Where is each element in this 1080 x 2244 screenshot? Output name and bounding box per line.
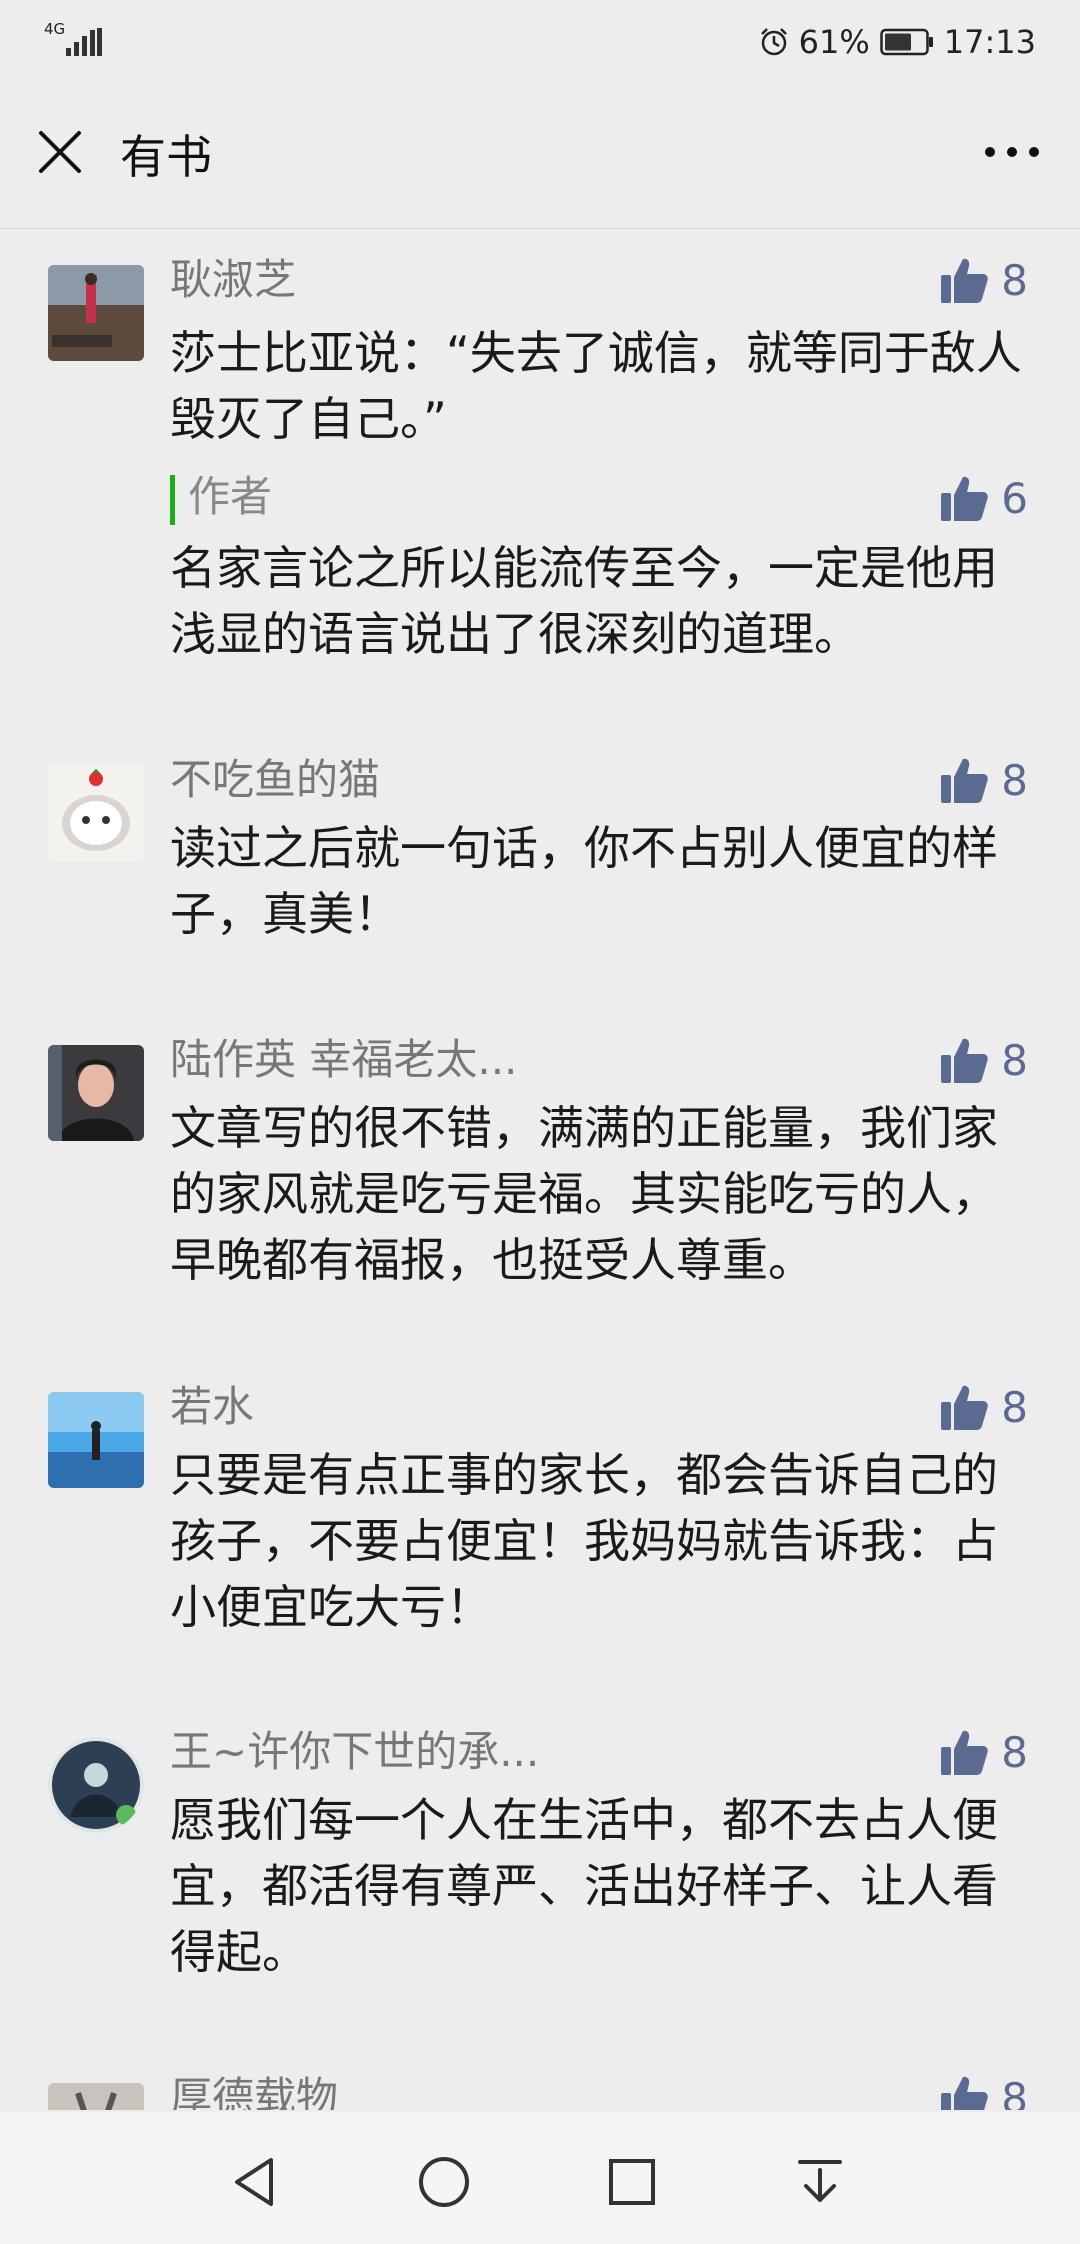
avatar[interactable] [48, 1392, 144, 1488]
back-icon [235, 2158, 273, 2206]
avatar[interactable] [48, 1045, 144, 1141]
thumbs-up-icon [941, 758, 989, 803]
thumbs-up-icon [941, 1730, 989, 1775]
thumbs-up-icon [941, 1038, 989, 1083]
home-button[interactable] [404, 2142, 484, 2222]
avatar[interactable] [48, 765, 144, 861]
battery-icon [880, 28, 933, 56]
comment-text: 读过之后就一句话，你不占别人便宜的样子，真美！ [170, 821, 998, 941]
like-button[interactable]: 8 [939, 1032, 1028, 1088]
like-count: 8 [1001, 255, 1028, 305]
comment-nickname: 王~许你下世的承... [170, 1727, 540, 1776]
page-title: 有书 [120, 130, 212, 184]
reply-like-button[interactable]: 6 [939, 470, 1028, 526]
like-button[interactable]: 8 [939, 252, 1028, 308]
like-button[interactable]: 8 [939, 2070, 1028, 2110]
like-count: 8 [1001, 1727, 1028, 1777]
comment-text: 愿我们每一个人在生活中，都不去占人便宜，都活得有尊严、活出好样子、让人看得起。 [170, 1793, 998, 1979]
author-reply-text: 名家言论之所以能流传至今，一定是他用浅显的语言说出了很深刻的道理。 [170, 541, 998, 661]
comment-text: 只要是有点正事的家长，都会告诉自己的孩子，不要占便宜！我妈妈就告诉我：占小便宜吃… [170, 1448, 998, 1634]
comment-nickname: 厚德载物 [170, 2073, 339, 2110]
like-count: 8 [1001, 2073, 1028, 2111]
author-reply-marker [170, 475, 175, 525]
close-button[interactable] [30, 122, 90, 182]
thumbs-up-icon [941, 1385, 989, 1430]
like-button[interactable]: 8 [939, 1724, 1028, 1780]
avatar[interactable] [48, 1737, 144, 1833]
system-navigation-bar [0, 2112, 1080, 2244]
status-right: 61% 17:13 [759, 22, 1036, 62]
author-reply-label: 作者 [188, 472, 273, 521]
recents-button[interactable] [592, 2142, 672, 2222]
comment-nickname: 不吃鱼的猫 [170, 755, 381, 804]
comment-text: 文章写的很不错，满满的正能量，我们家的家风就是吃亏是福。其实能吃亏的人，早晚都有… [170, 1101, 998, 1287]
comment-list[interactable]: 耿淑芝 8 莎士比亚说：“失去了诚信，就等同于敌人毁灭了自己。” 作者 6 名家… [0, 230, 1080, 2110]
notification-icon [798, 2160, 842, 2202]
comment-text: 莎士比亚说：“失去了诚信，就等同于敌人毁灭了自己。” [170, 326, 1022, 446]
thumbs-up-icon [941, 258, 989, 303]
clock: 17:13 [943, 23, 1036, 61]
more-icon [985, 147, 1039, 157]
avatar[interactable] [48, 2083, 144, 2110]
signal-icon: 4G [44, 20, 104, 62]
battery-percent: 61% [798, 23, 870, 61]
like-button[interactable]: 8 [939, 1379, 1028, 1435]
alarm-icon [760, 28, 787, 56]
like-count: 8 [1001, 1382, 1028, 1432]
avatar[interactable] [48, 265, 144, 361]
comment-nickname: 陆作英 幸福老太... [170, 1035, 518, 1084]
like-button[interactable]: 8 [939, 752, 1028, 808]
status-bar: 4G 61% 17:13 [0, 0, 1080, 86]
comment-nickname: 若水 [170, 1382, 255, 1431]
like-count: 8 [1001, 755, 1028, 805]
recents-icon [609, 2159, 655, 2205]
back-button[interactable] [215, 2142, 295, 2222]
reply-like-count: 6 [1001, 473, 1028, 523]
thumbs-up-icon [941, 476, 989, 521]
thumbs-up-icon [941, 2076, 989, 2110]
notification-button[interactable] [780, 2142, 860, 2222]
more-button[interactable] [974, 122, 1050, 182]
home-icon [419, 2157, 469, 2207]
navbar: 有书 [0, 86, 1080, 229]
network-type: 4G [44, 20, 66, 38]
like-count: 8 [1001, 1035, 1028, 1085]
comment-nickname: 耿淑芝 [170, 255, 297, 304]
close-icon [39, 131, 81, 173]
